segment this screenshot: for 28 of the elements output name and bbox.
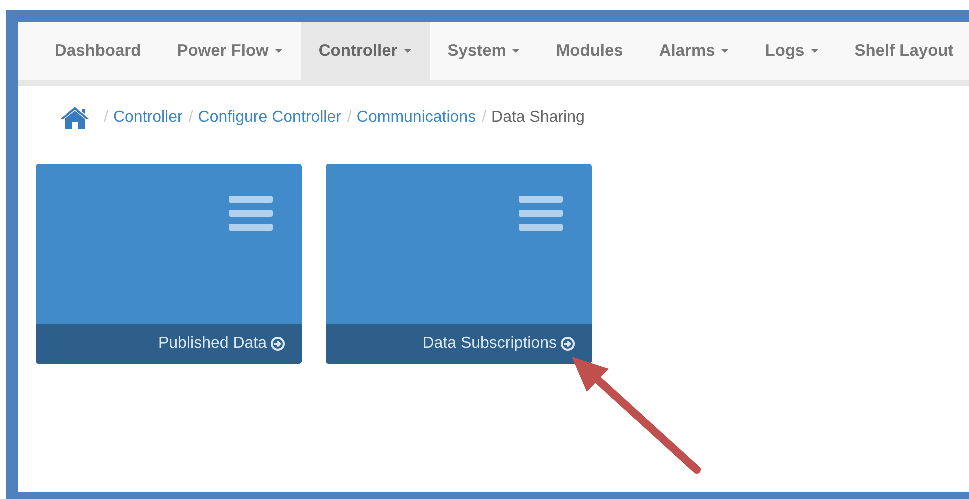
caret-icon: [274, 49, 283, 53]
arrow-circle-icon: [561, 337, 575, 351]
nav-item[interactable]: Dashboard: [37, 22, 160, 80]
breadcrumb-link[interactable]: Controller: [113, 109, 183, 127]
nav-item[interactable]: Modules: [538, 22, 642, 80]
tile-link[interactable]: Data Subscriptions: [326, 324, 592, 364]
breadcrumb-link[interactable]: Configure Controller: [198, 109, 342, 127]
breadcrumb-separator: /: [104, 109, 108, 127]
breadcrumb-current: Data Sharing: [492, 109, 585, 127]
caret-icon: [721, 49, 730, 53]
caret-icon: [512, 49, 520, 53]
breadcrumb-separator: /: [347, 109, 352, 127]
nav-item[interactable]: Controller: [300, 22, 430, 80]
breadcrumb-link[interactable]: Communications: [356, 109, 476, 127]
nav-item[interactable]: Logs: [747, 22, 837, 80]
breadcrumb-separator: /: [482, 109, 487, 127]
home-icon[interactable]: [60, 106, 90, 130]
arrow-circle-icon: [271, 337, 285, 351]
list-icon: [229, 196, 273, 232]
tile-link[interactable]: Published Data: [36, 324, 302, 364]
nav-item[interactable]: Alarms: [641, 22, 748, 80]
list-icon: [519, 196, 563, 232]
nav-item[interactable]: Shelf Layout: [836, 22, 969, 80]
caret-icon: [404, 49, 412, 53]
caret-icon: [810, 49, 819, 53]
nav-item[interactable]: System: [430, 22, 538, 80]
nav-item[interactable]: Power Flow: [159, 22, 301, 80]
breadcrumb-separator: /: [188, 109, 194, 127]
